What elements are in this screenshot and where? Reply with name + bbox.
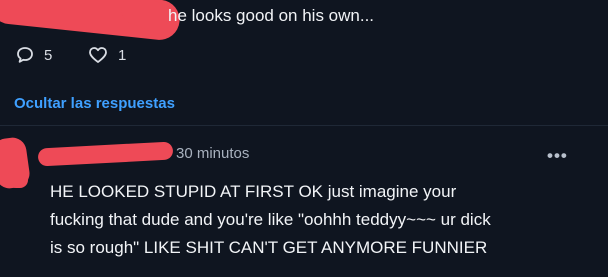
reply-line: fucking that dude and you're like "oohhh… [50,210,491,229]
reply-count: 5 [44,46,53,64]
divider [0,125,608,126]
redacted-reply-username-tail [8,166,28,188]
more-options-icon[interactable]: ••• [547,146,568,166]
comment-icon [16,46,34,64]
reply-line: HE LOOKED STUPID AT FIRST OK just imagin… [50,182,457,201]
like-count: 1 [118,46,127,64]
like-button[interactable]: 1 [88,46,126,64]
heart-icon [88,46,108,64]
redacted-reply-username [37,141,174,167]
parent-comment-text: he looks good on his own... [168,6,375,25]
reply-count-button[interactable]: 5 [16,46,52,64]
hide-replies-link[interactable]: Ocultar las respuestas [14,95,175,112]
reply-timestamp: 30 minutos [176,145,250,162]
reply-text: HE LOOKED STUPID AT FIRST OK just imagin… [50,178,590,262]
reply-line: is so rough" LIKE SHIT CAN'T GET ANYMORE… [50,238,488,257]
